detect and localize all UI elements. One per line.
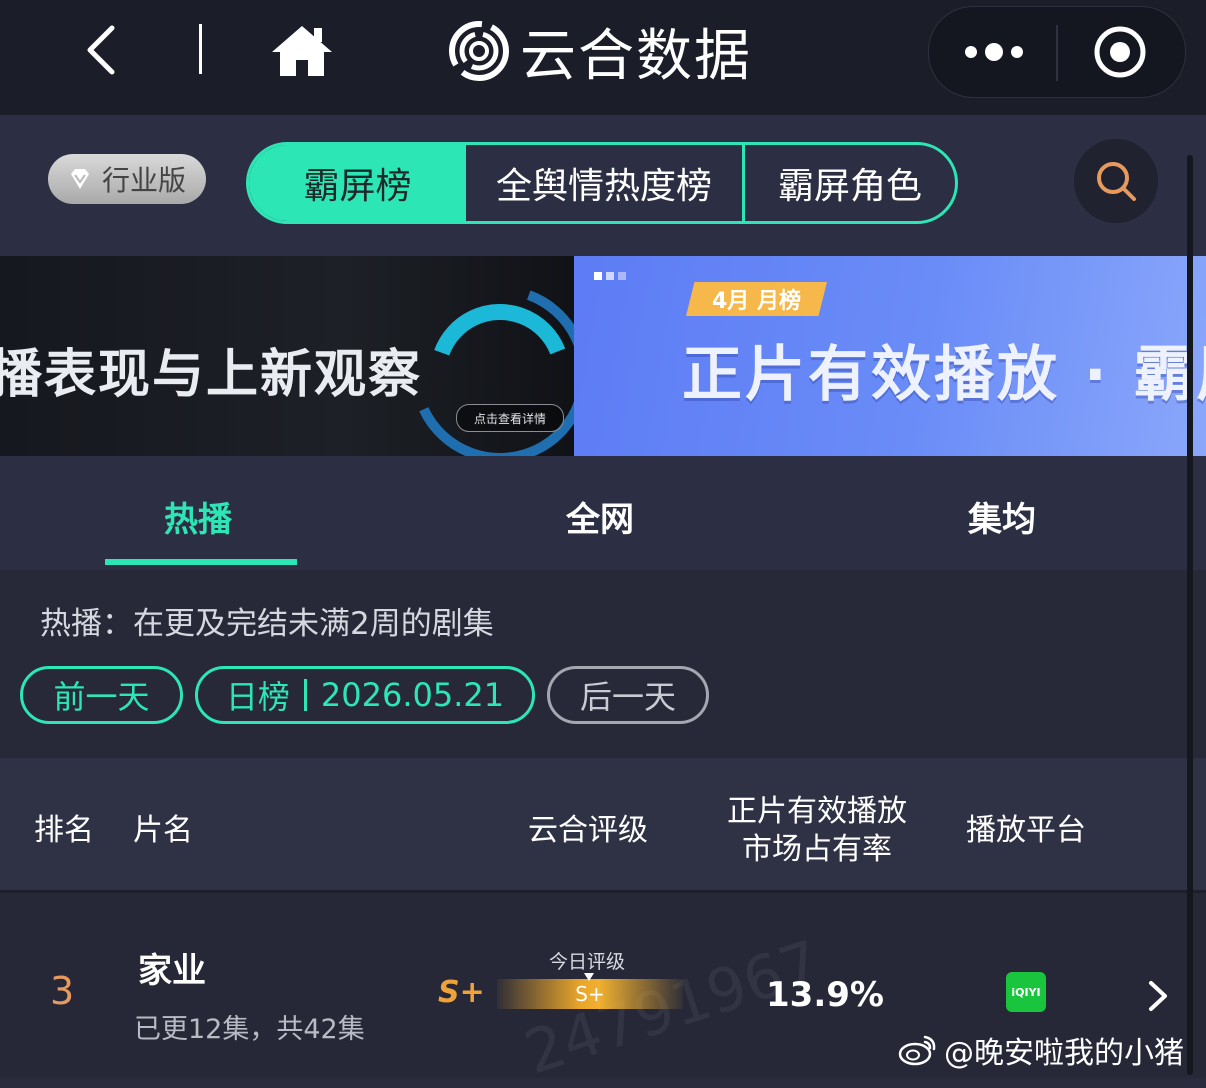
active-tab-underline <box>105 559 297 565</box>
date-selector[interactable]: 日榜 2026.05.21 <box>195 666 535 724</box>
industry-edition-badge[interactable]: 行业版 <box>48 154 206 204</box>
banner-dots <box>594 272 626 280</box>
prev-day-button[interactable]: 前一天 <box>20 666 183 724</box>
next-day-button[interactable]: 后一天 <box>547 666 709 724</box>
tab-dominant-roles[interactable]: 霸屏角色 <box>745 145 955 221</box>
edition-label: 行业版 <box>102 164 187 197</box>
more-dots-icon[interactable] <box>959 31 1029 73</box>
ranking-segment-control: 霸屏榜 全舆情热度榜 霸屏角色 <box>246 142 958 224</box>
monthly-tag: 4月 月榜 <box>686 282 827 316</box>
header-title: 片名 <box>133 813 193 848</box>
home-icon[interactable] <box>270 22 334 78</box>
date-value: 2026.05.21 <box>320 676 505 714</box>
watermark-handle: @晚安啦我的小猪 <box>944 1036 1184 1071</box>
banner-left-text: 播表现与上新观察 <box>0 345 423 405</box>
back-arrow-icon[interactable] <box>78 22 128 78</box>
subtab-episode-avg[interactable]: 集均 <box>968 492 1036 541</box>
tab-public-opinion-heat[interactable]: 全舆情热度榜 <box>466 145 745 221</box>
iqiyi-platform-icon: iQIYI <box>1006 972 1046 1012</box>
sub-tab-bar: 热播 全网 集均 <box>0 456 1206 570</box>
table-header: 排名 片名 云合评级 正片有效播放 市场占有率 播放平台 <box>0 758 1206 890</box>
diamond-icon <box>71 169 89 189</box>
search-icon <box>1097 162 1136 201</box>
top-nav-bar: 云合数据 <box>0 0 1206 115</box>
header-share-line2: 市场占有率 <box>742 832 892 867</box>
miniprogram-capsule <box>928 6 1186 98</box>
row-grade: S+ <box>438 975 485 1010</box>
scrollbar[interactable] <box>1187 155 1193 1075</box>
banner-right[interactable]: 4月 月榜 正片有效播放 · 霸屏 <box>574 256 1206 456</box>
subtab-all-network[interactable]: 全网 <box>566 492 634 541</box>
view-details-button[interactable]: 点击查看详情 <box>456 404 564 432</box>
today-grade-label: 今日评级 <box>549 951 626 973</box>
app-title: 云合数据 <box>520 23 752 89</box>
row-market-share: 13.9% <box>766 975 884 1015</box>
capsule-divider <box>1056 25 1058 81</box>
weibo-icon <box>898 1035 936 1066</box>
chevron-right-icon[interactable] <box>1146 979 1170 1013</box>
header-rating: 云合评级 <box>528 813 648 848</box>
row-episodes: 已更12集，共42集 <box>134 1014 365 1045</box>
header-platform: 播放平台 <box>966 813 1086 848</box>
filter-area: 热播：在更及完结未满2周的剧集 前一天 日榜 2026.05.21 后一天 <box>0 570 1206 758</box>
header-rank: 排名 <box>34 813 94 848</box>
banner-right-text: 正片有效播放 · 霸屏 <box>682 340 1206 410</box>
subtab-hot[interactable]: 热播 <box>164 492 232 541</box>
row-title: 家业 <box>138 951 206 991</box>
tab-dominant-screen[interactable]: 霸屏榜 <box>249 145 466 221</box>
hot-definition-note: 热播：在更及完结未满2周的剧集 <box>40 606 494 642</box>
date-divider <box>303 679 307 711</box>
weibo-watermark: @晚安啦我的小猪 <box>898 1030 1184 1071</box>
grade-pointer-icon <box>584 973 594 981</box>
ranking-tab-bar: 行业版 霸屏榜 全舆情热度榜 霸屏角色 <box>0 115 1206 256</box>
banner-left[interactable]: 播表现与上新观察 点击查看详情 <box>0 256 574 456</box>
date-type-label: 日榜 <box>225 678 290 716</box>
yunhe-logo-icon <box>449 21 509 81</box>
close-target-icon[interactable] <box>1092 24 1148 80</box>
search-button[interactable] <box>1074 139 1158 223</box>
nav-divider <box>199 24 202 74</box>
row-rank: 3 <box>50 969 75 1013</box>
app-logo: 云合数据 <box>448 20 752 89</box>
today-grade-bar: S+ <box>497 979 683 1009</box>
